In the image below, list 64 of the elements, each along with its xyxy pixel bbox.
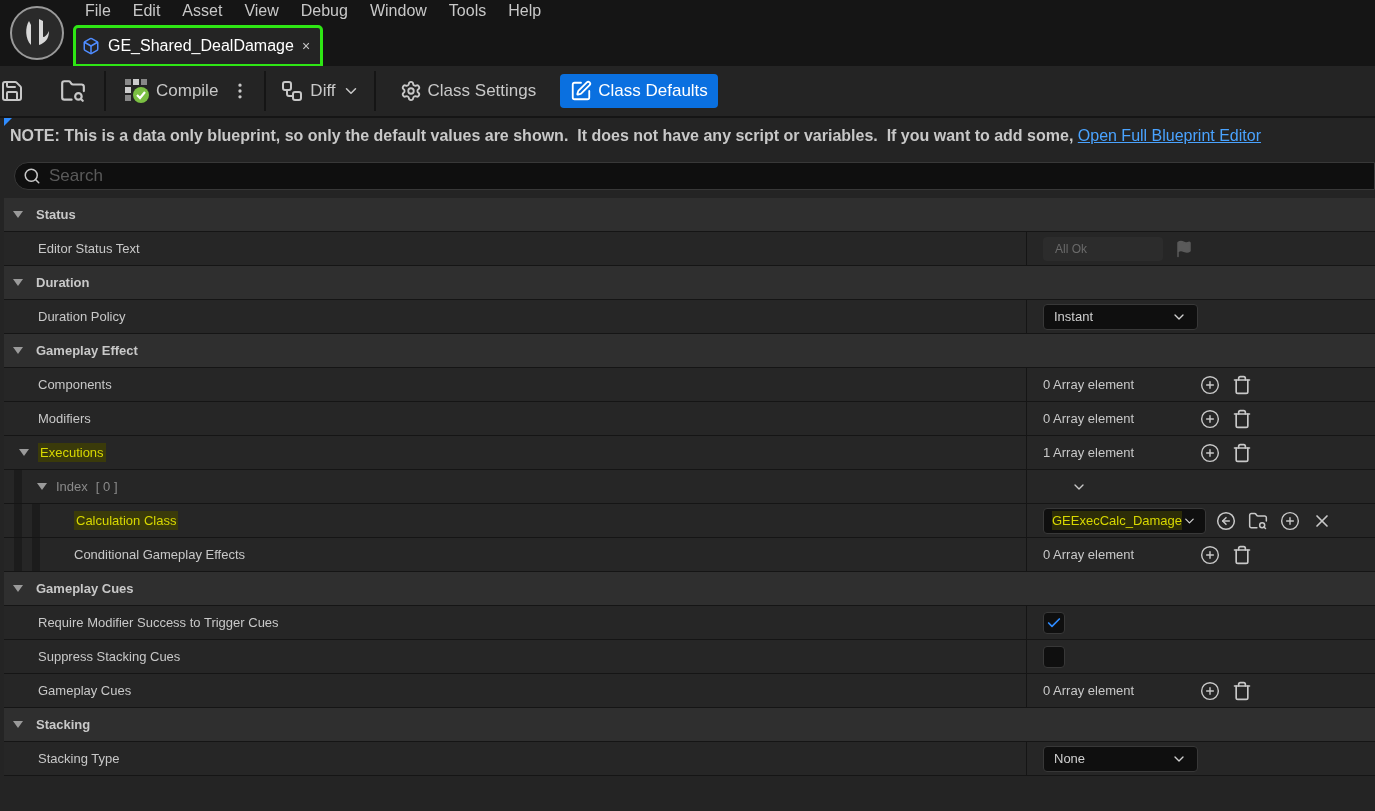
property-label: Index: [56, 477, 88, 496]
checkbox[interactable]: [1043, 645, 1065, 668]
close-tab-button[interactable]: ×: [301, 35, 311, 57]
mode-button[interactable]: Class Settings: [389, 74, 547, 108]
search-icon: [23, 167, 41, 185]
array-count: 0 Array element: [1043, 375, 1136, 394]
property-label: Modifiers: [38, 409, 91, 428]
menu-item[interactable]: Debug: [289, 0, 359, 23]
expanded-arrow-icon[interactable]: [12, 277, 24, 288]
property-label: Stacking Type: [38, 749, 120, 768]
property-label: Require Modifier Success to Trigger Cues: [38, 613, 279, 632]
settings-icon: [399, 80, 422, 102]
save-button[interactable]: [0, 79, 24, 103]
section-header[interactable]: Status: [36, 204, 76, 225]
property-label: Calculation Class: [74, 510, 179, 531]
array-count: 0 Array element: [1043, 681, 1136, 700]
compile-button[interactable]: Compile: [124, 78, 219, 104]
expanded-arrow-icon[interactable]: [18, 447, 30, 458]
data-only-note: NOTE: This is a data only blueprint, so only the default values are shown. It does not have any script or variables. If you want to add some, Open Full Blueprint Editor: [10, 126, 1261, 146]
flag-icon: [1175, 239, 1193, 258]
menu-item[interactable]: Asset: [171, 0, 234, 23]
open-editor-link[interactable]: Open Full Blueprint Editor: [1077, 127, 1261, 144]
expanded-arrow-icon[interactable]: [12, 719, 24, 730]
expanded-arrow-icon[interactable]: [36, 481, 48, 492]
array-count: 0 Array element: [1043, 409, 1136, 428]
diff-button[interactable]: Diff: [280, 78, 360, 104]
index-label: [ 0 ]: [95, 477, 118, 496]
section-header[interactable]: Duration: [36, 272, 90, 293]
expanded-arrow-icon[interactable]: [12, 345, 24, 356]
expanded-arrow-icon[interactable]: [12, 209, 24, 220]
property-label: Editor Status Text: [38, 239, 140, 258]
document-tab[interactable]: GE_Shared_DealDamage ×: [74, 26, 323, 66]
property-label: Conditional Gameplay Effects: [74, 545, 246, 564]
class-dropdown[interactable]: GEExecCalc_Damage: [1043, 507, 1206, 534]
pencil-icon: [570, 80, 593, 102]
compile-icon: [124, 78, 150, 104]
menu-item[interactable]: Tools: [437, 0, 498, 23]
dropdown[interactable]: Instant: [1043, 303, 1198, 330]
menu-item[interactable]: Edit: [121, 0, 172, 23]
section-header[interactable]: Gameplay Effect: [36, 340, 138, 361]
checkbox[interactable]: [1043, 611, 1065, 634]
property-label: Executions: [38, 442, 106, 463]
menu-item[interactable]: View: [233, 0, 290, 23]
expanded-arrow-icon[interactable]: [12, 583, 24, 594]
section-header[interactable]: Gameplay Cues: [36, 578, 134, 599]
property-label: Duration Policy: [38, 307, 126, 326]
menu-item[interactable]: File: [74, 0, 122, 23]
property-label: Suppress Stacking Cues: [38, 647, 181, 666]
menu-item[interactable]: Help: [497, 0, 553, 23]
array-count: 0 Array element: [1043, 545, 1136, 564]
status-field: All Ok: [1043, 236, 1163, 261]
array-count: 1 Array element: [1043, 443, 1136, 462]
property-label: Gameplay Cues: [38, 681, 132, 700]
corner-marker: [4, 118, 12, 126]
property-label: Components: [38, 375, 112, 394]
app-logo-icon[interactable]: [9, 5, 65, 61]
menu-item[interactable]: Window: [358, 0, 438, 23]
tab-label: GE_Shared_DealDamage: [108, 36, 294, 56]
diff-icon: [280, 79, 305, 103]
browse-button[interactable]: [60, 78, 86, 104]
blueprint-icon: [82, 37, 100, 55]
section-header[interactable]: Stacking: [36, 714, 91, 735]
mode-button[interactable]: Class Defaults: [560, 74, 718, 108]
dropdown[interactable]: None: [1043, 745, 1198, 772]
